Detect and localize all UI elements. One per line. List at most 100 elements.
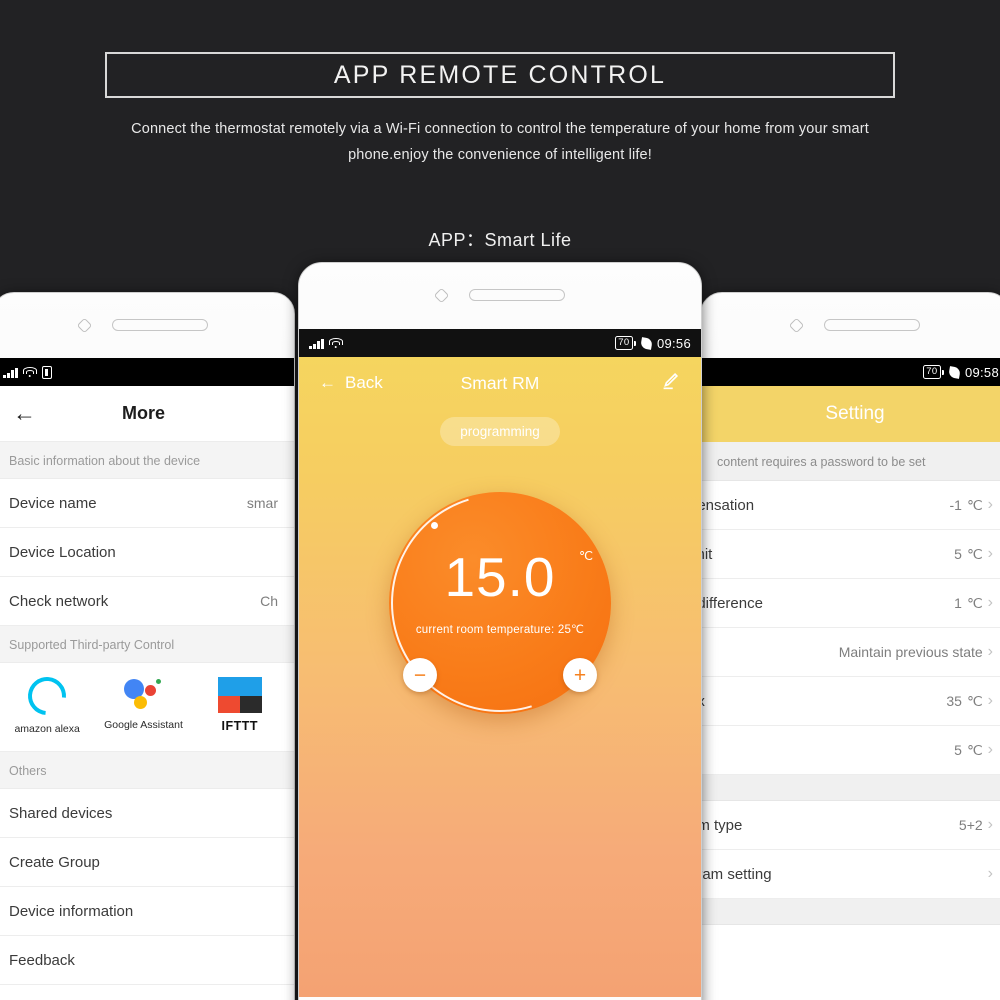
phone-center-notch — [299, 263, 701, 327]
section-divider — [701, 899, 1000, 925]
third-party-label: amazon alexa — [14, 723, 80, 735]
row-value: -1 ℃ › — [949, 496, 993, 513]
google-assistant-icon — [122, 677, 164, 711]
signal-icon — [309, 338, 324, 349]
phone-right-screen: 70 09:58 Setting content requires a pass… — [701, 358, 1000, 1000]
third-party-item-ifttt[interactable]: IFTTT — [192, 677, 288, 735]
row-label: gram setting — [701, 865, 772, 883]
row-label: Device name — [9, 494, 97, 512]
row-unit: ℃ — [966, 594, 983, 611]
battery-level: 70 — [614, 336, 633, 350]
table-row[interactable]: gram setting › — [701, 850, 1000, 899]
password-note: content requires a password to be set — [701, 442, 1000, 481]
phone-right-notch — [701, 293, 1000, 357]
signal-icon — [3, 367, 18, 378]
third-party-item-alexa[interactable]: amazon alexa — [0, 669, 95, 735]
third-party-item-google[interactable]: Google Assistant — [95, 677, 191, 735]
row-label: am type — [701, 816, 743, 834]
thermostat-dial-wrap: 15.0 ℃ current room temperature: 25℃ − + — [299, 455, 701, 751]
row-label: pensation — [701, 496, 755, 514]
table-row[interactable]: Device name smar — [0, 479, 294, 528]
phone-left-screen: ← More Basic information about the devic… — [0, 358, 294, 1000]
row-label: Check network — [9, 592, 109, 610]
row-unit: ℃ — [966, 692, 983, 709]
chevron-right-icon: › — [987, 816, 993, 833]
clock-label: 09:56 — [656, 335, 691, 351]
dial-knob-handle[interactable] — [431, 522, 438, 529]
table-row[interactable]: Device Location — [0, 528, 294, 577]
chevron-right-icon: › — [987, 496, 993, 513]
temperature-unit-label: ℃ — [578, 549, 593, 563]
power-saving-icon — [640, 336, 653, 350]
app-bar-center: ← Back Smart RM — [299, 357, 701, 409]
table-row[interactable]: . difference 1 ℃ › — [701, 579, 1000, 628]
camera-icon — [433, 287, 449, 303]
row-value: 5 ℃ › — [954, 741, 993, 758]
table-row[interactable]: Device information — [0, 887, 294, 936]
row-value: Maintain previous state › — [838, 643, 993, 660]
camera-icon — [76, 317, 93, 333]
section-header-basic: Basic information about the device — [0, 442, 294, 479]
chevron-right-icon: › — [987, 741, 993, 758]
chevron-right-icon: › — [987, 865, 993, 882]
row-value: › — [988, 865, 993, 883]
increase-temperature-button[interactable]: + — [563, 658, 597, 692]
status-bar-right: 70 09:58 — [701, 358, 1000, 386]
status-bar-center: 70 09:56 — [299, 329, 701, 357]
battery-level: 70 — [922, 365, 941, 379]
table-row[interactable]: Create Group — [0, 838, 294, 887]
table-row[interactable]: e Maintain previous state › — [701, 628, 1000, 677]
speaker-grille-icon — [112, 319, 208, 331]
chevron-right-icon: › — [987, 692, 993, 709]
row-label: Shared devices — [9, 804, 113, 822]
status-bar-left — [0, 358, 294, 386]
phone-center: 70 09:56 ← Back Smart RM programming 15.… — [298, 262, 702, 1000]
section-divider — [701, 775, 1000, 801]
programming-button[interactable]: programming — [440, 417, 560, 446]
power-saving-icon — [948, 365, 961, 379]
row-label: Device information — [9, 902, 134, 920]
programming-button-wrap: programming — [299, 417, 701, 446]
row-label: Feedback — [9, 951, 75, 969]
table-row[interactable]: Check network Ch — [0, 577, 294, 626]
row-value: 5 ℃ › — [954, 545, 993, 562]
decrease-temperature-button[interactable]: − — [403, 658, 437, 692]
camera-icon — [788, 317, 804, 333]
wifi-icon — [22, 366, 37, 378]
table-row[interactable]: ax 35 ℃ › — [701, 677, 1000, 726]
section-header-others: Others — [0, 752, 294, 789]
battery-icon: 70 — [922, 365, 944, 379]
speaker-grille-icon — [468, 289, 565, 301]
row-label: Create Group — [9, 853, 100, 871]
table-row[interactable]: pensation -1 ℃ › — [701, 481, 1000, 530]
table-row[interactable]: in 5 ℃ › — [701, 726, 1000, 775]
phone-left-notch — [0, 293, 294, 357]
page-subtitle: Connect the thermostat remotely via a Wi… — [131, 121, 869, 163]
table-row[interactable]: imit 5 ℃ › — [701, 530, 1000, 579]
third-party-list: amazon alexa Google Assistant IFTTT — [0, 663, 294, 752]
page-header-title-left: More — [121, 403, 165, 423]
phone-center-screen: 70 09:56 ← Back Smart RM programming 15.… — [299, 329, 701, 1000]
chevron-right-icon: › — [987, 545, 993, 562]
row-unit: ℃ — [966, 496, 983, 513]
edit-pencil-icon[interactable] — [659, 370, 681, 397]
table-row[interactable]: Shared devices — [0, 789, 294, 838]
row-label: . difference — [701, 594, 763, 612]
page-header-title-center: Smart RM — [460, 372, 540, 393]
amazon-alexa-icon — [20, 669, 74, 723]
app-name-label: APP：Smart Life — [428, 230, 572, 250]
chevron-right-icon: › — [987, 594, 993, 611]
battery-icon: 70 — [614, 336, 636, 350]
third-party-label: Google Assistant — [104, 719, 183, 731]
wifi-icon — [328, 337, 343, 349]
table-row[interactable]: Feedback — [0, 936, 294, 985]
sim-card-icon — [41, 365, 52, 379]
table-row[interactable]: am type 5+2 › — [701, 801, 1000, 850]
thermostat-dial[interactable]: 15.0 ℃ current room temperature: 25℃ − + — [352, 455, 648, 751]
target-temperature: 15.0 — [444, 546, 556, 608]
page-header-title-right: Setting — [825, 403, 885, 424]
app-bar-right: Setting — [701, 386, 1000, 442]
clock-label: 09:58 — [964, 364, 999, 380]
phone-right: 70 09:58 Setting content requires a pass… — [700, 292, 1000, 1000]
row-unit: ℃ — [966, 741, 983, 758]
